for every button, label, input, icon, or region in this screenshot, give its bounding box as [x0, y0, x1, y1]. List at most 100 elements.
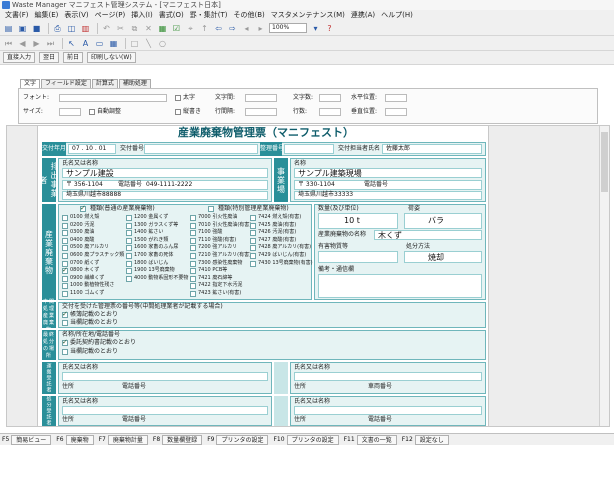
waste-type-checkbox[interactable]	[62, 215, 68, 221]
char-count-input[interactable]	[319, 94, 341, 102]
select-pointer-icon[interactable]: ↖	[66, 38, 77, 49]
waste-type-checkbox[interactable]	[190, 237, 196, 244]
fn-quantity-register-button[interactable]: 数量欄登録	[162, 434, 203, 445]
waste-type-checkbox[interactable]	[62, 266, 68, 275]
table-tool-icon[interactable]: ▦	[108, 38, 119, 49]
waste-type-checkbox[interactable]	[190, 291, 196, 297]
disposal-name-field-2[interactable]	[294, 406, 482, 415]
direct-input-button[interactable]: 直接入力	[3, 52, 36, 63]
notes-field[interactable]	[318, 274, 482, 298]
new-doc-icon[interactable]: ▤	[3, 23, 14, 34]
copy-icon[interactable]: ⧉	[129, 23, 140, 34]
auto-adjust-checkbox[interactable]	[89, 109, 95, 115]
waste-type-checkbox[interactable]	[126, 230, 132, 237]
waste-type-checkbox[interactable]	[126, 260, 132, 267]
first-page-icon[interactable]: ⏮	[3, 38, 14, 49]
nav-left-icon[interactable]: ◂	[241, 23, 252, 34]
fn-waste-weigh-button[interactable]: 廃棄物計量	[107, 434, 148, 445]
print-icon[interactable]: ⎙	[52, 23, 63, 34]
fn-doc-list-button[interactable]: 文書の一覧	[356, 434, 397, 445]
waste-type-checkbox[interactable]	[190, 215, 196, 221]
no-print-button[interactable]: 印刷しない(W)	[87, 52, 136, 63]
fn-simple-view-button[interactable]: 簡易ビュー	[11, 434, 52, 445]
next-day-button[interactable]: 翌日	[39, 52, 60, 63]
vertical-checkbox[interactable]	[175, 109, 181, 115]
line-spacing-input[interactable]	[245, 108, 277, 116]
open-folder-icon[interactable]: ▣	[17, 23, 28, 34]
v-pos-input[interactable]	[385, 108, 407, 116]
menu-edit[interactable]: 編集(E)	[32, 10, 62, 21]
chevron-down-icon[interactable]: ▾	[310, 23, 321, 34]
menu-file[interactable]: 文書(F)	[2, 10, 32, 21]
menu-page[interactable]: ページ(P)	[92, 10, 129, 21]
waste-type-checkbox[interactable]	[62, 275, 68, 282]
waste-type-checkbox[interactable]	[250, 260, 256, 267]
waste-type-checkbox[interactable]	[62, 230, 68, 237]
waste-type-checkbox[interactable]	[126, 245, 132, 252]
waste-type-checkbox[interactable]	[190, 268, 196, 275]
fn-printer-settings-2-button[interactable]: プリンタの設定	[286, 434, 339, 445]
tab-aux-processing[interactable]: 補助処理	[118, 79, 151, 88]
waste-type-checkbox[interactable]	[62, 237, 68, 244]
forward-arrow-icon[interactable]: ⇨	[227, 23, 238, 34]
waste-type-checkbox[interactable]	[126, 253, 132, 259]
menu-view[interactable]: 表示(V)	[61, 10, 91, 21]
menu-other[interactable]: その他(B)	[230, 10, 267, 21]
waste-type-checkbox[interactable]	[250, 237, 256, 244]
circle-tool-icon[interactable]: ○	[157, 38, 168, 49]
save-icon[interactable]: ■	[31, 23, 42, 34]
waste-type-checkbox[interactable]	[126, 237, 132, 244]
final-disposal-checkbox-2[interactable]	[62, 349, 68, 355]
next-page-icon[interactable]: ▶	[31, 38, 42, 49]
waste-type-checkbox[interactable]	[250, 245, 256, 252]
page-setup-icon[interactable]: ▥	[80, 23, 91, 34]
tab-field-settings[interactable]: フィールド設定	[41, 79, 91, 88]
h-pos-input[interactable]	[385, 94, 407, 102]
waste-type-checkbox[interactable]	[62, 253, 68, 259]
fn-printer-settings-button[interactable]: プリンタの設定	[216, 434, 269, 445]
vertical-scrollbar[interactable]	[599, 126, 609, 426]
print-preview-icon[interactable]: ◫	[66, 23, 77, 34]
waste-type-checkbox[interactable]	[62, 283, 68, 290]
final-disposal-checkbox-1[interactable]	[62, 338, 68, 346]
fn-waste-button[interactable]: 廃棄物	[65, 434, 94, 445]
arrow-up-icon[interactable]: ↑	[199, 23, 210, 34]
line-tool-icon[interactable]: ╲	[143, 38, 154, 49]
rectangle-tool-icon[interactable]: □	[129, 38, 140, 49]
waste-type-checkbox[interactable]	[250, 215, 256, 221]
manifest-page[interactable]: 産業廃棄物管理票（マニフェスト） 交付年月日 07 . 10 . 01 交付番号…	[37, 126, 489, 426]
waste-type-checkbox[interactable]	[190, 222, 196, 229]
waste-type-checkbox[interactable]	[250, 230, 256, 237]
mid-process-checkbox-2[interactable]	[62, 320, 68, 326]
waste-type-checkbox[interactable]	[190, 245, 196, 252]
fn-no-setting-button[interactable]: 設定なし	[414, 434, 449, 445]
waste-type-checkbox[interactable]	[190, 283, 196, 290]
tab-formula[interactable]: 計算式	[91, 79, 118, 88]
check-icon[interactable]: ☑	[171, 23, 182, 34]
transport-name-field-2[interactable]	[294, 372, 482, 381]
zoom-select[interactable]: 100%	[269, 23, 307, 33]
scrollbar-thumb[interactable]	[601, 132, 608, 192]
help-icon[interactable]: ?	[324, 23, 335, 34]
waste-type-checkbox[interactable]	[190, 230, 196, 237]
reg-no-field[interactable]	[284, 144, 334, 154]
menu-master[interactable]: マスタメンテナンス(M)	[268, 10, 348, 21]
paste-icon[interactable]: ▦	[157, 23, 168, 34]
size-select[interactable]	[59, 108, 81, 116]
cut-icon[interactable]: ✂	[115, 23, 126, 34]
waste-type-checkbox[interactable]	[250, 253, 256, 259]
disposal-name-field-1[interactable]	[62, 406, 268, 415]
transport-name-field-1[interactable]	[62, 372, 268, 381]
menu-format[interactable]: 書式(O)	[156, 10, 187, 21]
waste-type-checkbox[interactable]	[190, 275, 196, 282]
waste-group1-checkbox[interactable]	[80, 204, 86, 212]
text-tool-icon[interactable]: A	[80, 38, 91, 49]
char-spacing-input[interactable]	[245, 94, 277, 102]
issue-no-field[interactable]	[144, 144, 258, 154]
back-arrow-icon[interactable]: ⇦	[213, 23, 224, 34]
last-page-icon[interactable]: ⏭	[45, 38, 56, 49]
line-count-input[interactable]	[319, 108, 341, 116]
waste-type-checkbox[interactable]	[190, 253, 196, 259]
waste-type-checkbox[interactable]	[250, 222, 256, 229]
mid-process-checkbox-1[interactable]	[62, 310, 68, 318]
